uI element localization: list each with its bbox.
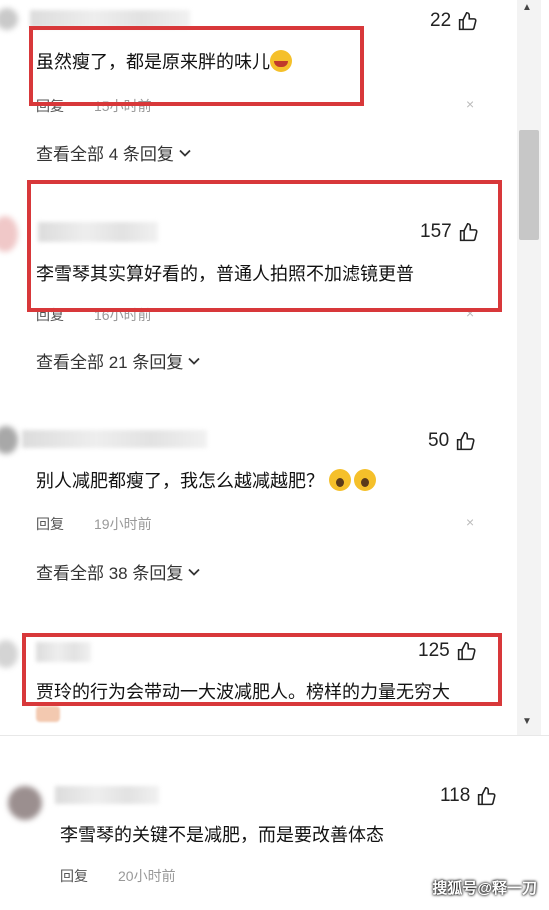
avatar[interactable] [0,640,18,668]
close-icon[interactable]: × [466,514,474,530]
reply-button[interactable]: 回复 [36,514,64,534]
comment-text: 李雪琴的关键不是减肥，而是要改善体态 [60,825,384,845]
reply-button[interactable]: 回复 [60,866,88,886]
comment-time: 19小时前 [94,516,152,532]
close-icon[interactable]: × [466,96,474,112]
scroll-up-arrow[interactable]: ▲ [522,2,532,13]
thumbs-up-icon [456,431,475,450]
screenshot-divider [0,735,549,736]
like-button[interactable]: 50 [428,430,476,452]
view-all-replies-button[interactable]: 查看全部 4 条回复 [36,140,192,165]
highlight-box [29,26,364,106]
highlight-box [27,180,502,312]
like-count: 118 [440,785,471,806]
like-count: 22 [430,10,452,31]
avatar[interactable] [0,216,18,252]
thumbs-up-icon [478,786,496,805]
thumbs-up-icon [458,11,477,30]
chevron-down-icon [188,357,200,365]
watermark: 搜狐号@释一刀 [432,880,537,897]
crying-emoji-icon [354,469,377,491]
chevron-down-icon [188,568,200,576]
like-button[interactable]: 118 [440,785,497,807]
crying-emoji-icon [329,469,352,491]
avatar[interactable] [8,786,42,820]
avatar[interactable] [0,8,18,30]
avatar[interactable] [0,426,18,454]
like-button[interactable]: 22 [430,10,478,32]
like-count: 50 [428,430,450,451]
view-all-replies-button[interactable]: 查看全部 38 条回复 [36,559,201,584]
emoji-fragment-icon [36,706,60,722]
highlight-box [22,633,502,706]
comment-text: 别人减肥都瘦了，我怎么越减越肥？ [36,467,377,493]
username-blurred [22,430,207,448]
scrollbar-track[interactable] [517,0,541,735]
scrollbar-thumb[interactable] [519,130,539,240]
comment-time: 20小时前 [118,868,176,884]
chevron-down-icon [179,149,191,157]
username-blurred [55,786,159,804]
view-all-replies-button[interactable]: 查看全部 21 条回复 [36,348,201,373]
scroll-down-arrow[interactable]: ▼ [522,716,532,727]
